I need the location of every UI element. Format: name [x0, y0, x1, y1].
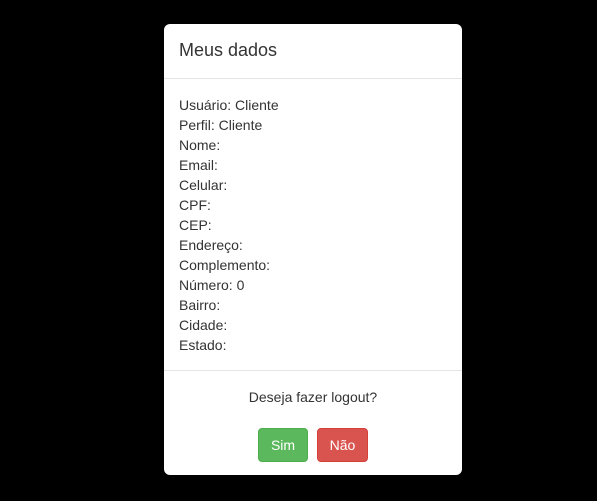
modal-title: Meus dados [179, 40, 278, 60]
field-endereco: Endereço: [179, 237, 243, 253]
field-estado: Estado: [179, 337, 227, 353]
yes-button[interactable]: Sim [258, 428, 308, 462]
user-data-list: Usuário: Cliente Perfil: Cliente Nome: E… [164, 79, 462, 371]
button-group: Sim Não [164, 428, 462, 462]
logout-question: Deseja fazer logout? [248, 389, 378, 405]
field-email: Email: [179, 157, 218, 173]
field-perfil: Perfil: Cliente [179, 117, 263, 133]
field-numero: Número: 0 [179, 277, 245, 293]
field-cidade: Cidade: [179, 317, 228, 333]
field-complemento: Complemento: [179, 257, 271, 273]
field-celular: Celular: [179, 177, 228, 193]
field-cep: CEP: [179, 217, 212, 233]
modal-header: Meus dados [164, 24, 462, 79]
field-cpf: CPF: [179, 197, 211, 213]
logout-modal: Meus dados Usuário: Cliente Perfil: Clie… [164, 24, 462, 475]
field-usuario: Usuário: Cliente [179, 97, 279, 113]
field-nome: Nome: [179, 137, 221, 153]
no-button[interactable]: Não [317, 428, 368, 462]
field-bairro: Bairro: [179, 297, 221, 313]
modal-footer: Deseja fazer logout? Sim Não [164, 371, 462, 462]
